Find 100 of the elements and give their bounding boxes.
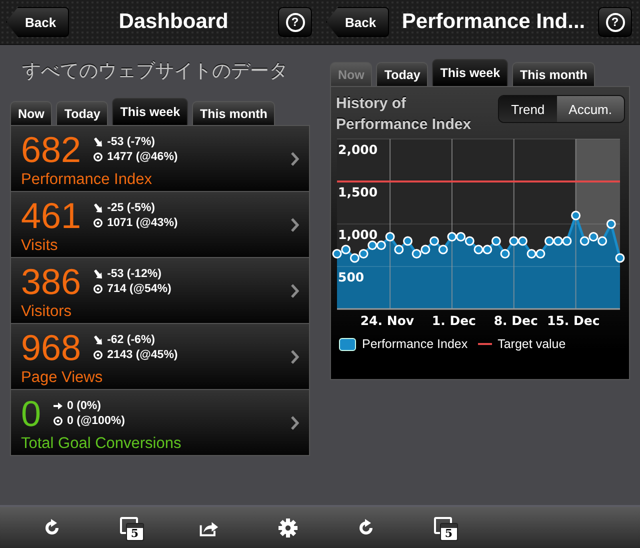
data-point xyxy=(474,244,484,254)
goal-text: 714 (@54%) xyxy=(107,283,172,295)
screen-title: Dashboard xyxy=(118,10,230,34)
target-icon xyxy=(93,284,104,294)
data-point xyxy=(412,249,422,258)
metric-row[interactable]: 461 -25 (-5%) 1071 (@43%) Visits xyxy=(11,192,309,257)
data-point xyxy=(358,249,368,258)
data-point xyxy=(341,244,351,254)
period-tab[interactable]: This month xyxy=(512,62,596,86)
data-point xyxy=(420,244,430,254)
chevron-icon xyxy=(291,284,299,298)
metric-label: Visitors xyxy=(21,302,73,320)
data-point xyxy=(588,232,598,242)
change-text: 0 (0%) xyxy=(67,400,101,412)
data-point xyxy=(544,236,554,246)
mode-toggle[interactable]: Trend xyxy=(499,96,557,122)
back-button[interactable]: Back xyxy=(6,7,70,37)
help-button[interactable]: ? xyxy=(278,7,312,37)
y-axis-label: 2,000 xyxy=(338,142,378,157)
target-icon xyxy=(93,152,104,162)
legend-line xyxy=(478,343,492,345)
data-point xyxy=(456,232,466,242)
metric-row[interactable]: 968 -62 (-6%) 2143 (@45%) Page Views xyxy=(11,324,309,389)
data-point xyxy=(403,236,412,246)
change-text: -53 (-12%) xyxy=(107,268,162,280)
data-point xyxy=(562,236,572,246)
period-tab[interactable]: Now xyxy=(10,101,52,125)
goal-text: 1477 (@46%) xyxy=(107,151,178,163)
metric-label: Total Goal Conversions xyxy=(21,434,182,452)
data-point xyxy=(482,244,492,254)
data-point xyxy=(438,244,448,254)
settings-icon[interactable] xyxy=(278,518,298,538)
data-point xyxy=(368,240,378,250)
x-axis-label: 1. Dec xyxy=(432,313,476,328)
page-heading: すべてのウェブサイトのデータ xyxy=(21,60,289,84)
data-point xyxy=(491,236,501,246)
back-button[interactable]: Back xyxy=(326,7,390,37)
data-point xyxy=(332,249,342,258)
data-point xyxy=(509,236,519,246)
down-arrow-icon xyxy=(93,269,104,279)
y-axis-label: 1,500 xyxy=(338,184,378,200)
data-point xyxy=(447,232,457,242)
legend-label: Target value xyxy=(498,337,566,351)
data-point xyxy=(500,249,510,258)
target-icon xyxy=(93,350,104,360)
data-point xyxy=(571,210,581,220)
period-tab[interactable]: Today xyxy=(376,62,428,86)
metric-label: Visits xyxy=(21,236,59,254)
goal-text: 2143 (@45%) xyxy=(107,349,178,361)
down-arrow-icon xyxy=(93,203,104,213)
data-point xyxy=(350,253,360,263)
period-tab[interactable]: This month xyxy=(192,101,276,125)
data-point xyxy=(430,236,440,246)
metric-value: 0 xyxy=(21,394,42,434)
goal-text: 1071 (@43%) xyxy=(107,217,178,229)
goal-text: 0 (@100%) xyxy=(67,415,125,427)
mode-toggle[interactable]: Accum. xyxy=(556,96,624,122)
change-text: -25 (-5%) xyxy=(107,202,156,214)
metric-label: Performance Index xyxy=(21,170,153,188)
metric-label: Page Views xyxy=(21,368,104,386)
chevron-icon xyxy=(291,350,299,364)
metric-value: 461 xyxy=(21,196,82,236)
data-point xyxy=(464,236,474,246)
change-text: -62 (-6%) xyxy=(107,334,156,346)
x-axis-label: 15. Dec xyxy=(547,313,600,328)
data-point xyxy=(518,236,528,246)
metric-value: 682 xyxy=(21,130,82,170)
period-tab[interactable]: Today xyxy=(56,101,108,125)
data-point xyxy=(536,249,546,258)
data-point xyxy=(598,236,608,246)
screen-title: Performance Ind... xyxy=(400,10,586,34)
metric-row[interactable]: 386 -53 (-12%) 714 (@54%) Visitors xyxy=(11,258,309,323)
right-arrow-icon xyxy=(53,401,64,411)
data-point xyxy=(580,236,590,246)
x-axis-label: 24. Nov xyxy=(360,313,414,328)
legend-label: Performance Index xyxy=(362,337,468,351)
x-axis-label: 8. Dec xyxy=(494,313,538,328)
legend-swatch xyxy=(339,338,356,350)
target-icon xyxy=(53,416,64,426)
data-point xyxy=(385,232,395,242)
period-tab[interactable]: This week xyxy=(112,98,188,125)
y-axis-label: 1,000 xyxy=(338,227,378,242)
chevron-icon xyxy=(291,152,299,166)
metric-row[interactable]: 0 0 (0%) 0 (@100%) Total Goal Conversions xyxy=(11,390,309,455)
chart-title: History of Performance Index xyxy=(336,94,472,135)
help-button[interactable]: ? xyxy=(598,7,632,37)
metric-row[interactable]: 682 -53 (-7%) 1477 (@46%) Performance Index xyxy=(11,126,309,191)
target-icon xyxy=(93,218,104,228)
y-axis-label: 500 xyxy=(338,270,364,284)
down-arrow-icon xyxy=(93,137,104,147)
data-point xyxy=(553,236,563,246)
chevron-icon xyxy=(291,416,299,430)
metric-value: 968 xyxy=(21,328,82,368)
down-arrow-icon xyxy=(93,335,104,345)
change-text: -53 (-7%) xyxy=(107,136,156,148)
data-point xyxy=(376,240,386,250)
data-point xyxy=(606,219,616,229)
period-tab[interactable]: This week xyxy=(432,59,508,86)
data-point xyxy=(394,244,404,254)
metric-value: 386 xyxy=(21,262,82,302)
